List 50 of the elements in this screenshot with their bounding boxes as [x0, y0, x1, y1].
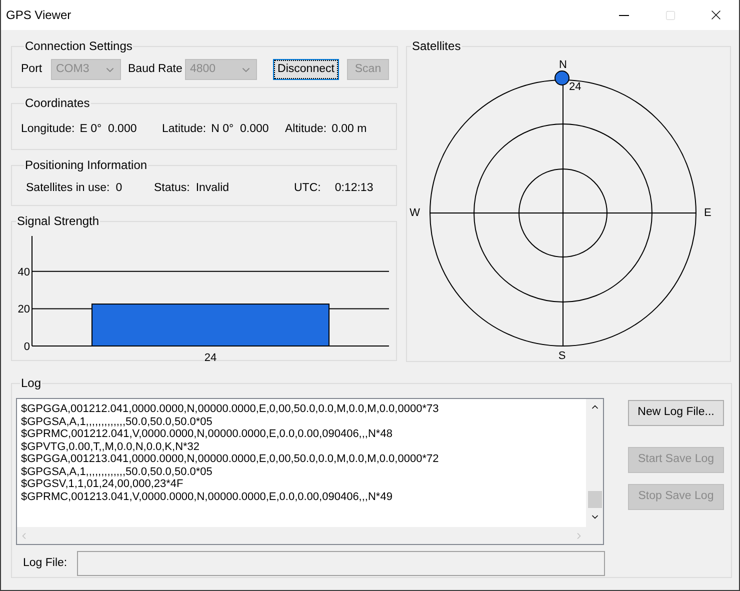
direction-label: E — [704, 207, 712, 219]
log-line: $GPGGA,001213.041,0000.0000,N,00000.0000,E,0,00,50.0,0.0,M,0.0,M,0.0,0000*72 — [21, 453, 439, 466]
maximize-icon — [664, 10, 676, 20]
direction-label: N — [559, 59, 567, 71]
port-label: Port — [21, 62, 44, 77]
log-file-label: Log File: — [23, 556, 68, 571]
field-value: 0:12:13 — [334, 181, 374, 196]
log-line: $GPRMC,001212.041,V,0000.0000,N,00000.0000,E,0.0,0.00,090406,,,N*48 — [21, 428, 392, 440]
field-label: UTC: — [294, 181, 321, 196]
baud-rate-value: 4800 — [190, 62, 216, 77]
group-title: Log — [20, 375, 42, 392]
field-label: Satellites in use: — [26, 181, 110, 196]
field-value: 0 — [116, 181, 122, 196]
field-value: 0.00 m — [332, 122, 367, 138]
log-line: $GPVTG,0.00,T,,M,0.0,N,0.0,K,N*32 — [21, 440, 200, 453]
tick-label: 0 — [24, 341, 30, 353]
horizontal-scrollbar[interactable] — [17, 527, 586, 544]
log-text-area[interactable] — [16, 398, 604, 545]
log-line: $GPRMC,001213.041,V,0000.0000,N,00000.0000,E,0.0,0.00,090406,,,N*49 — [21, 490, 392, 503]
group-title: Connection Settings — [24, 38, 134, 55]
direction-label: S — [558, 350, 566, 362]
category-label: 24 — [204, 352, 217, 364]
vertical-scrollbar[interactable] — [586, 399, 603, 544]
field-label: Altitude: — [285, 122, 327, 138]
field-value: N 0° 0.000 — [211, 122, 269, 138]
log-line: $GPGSA,A,1,,,,,,,,,,,,,50.0,50.0,50.0*05 — [21, 416, 212, 428]
toolbar-button[interactable]: Disconnect — [273, 59, 339, 80]
direction-label: W — [410, 207, 420, 219]
field-label: Longitude: — [21, 122, 75, 138]
log-file-field[interactable] — [77, 551, 605, 576]
log-line: $GPGSA,A,1,,,,,,,,,,,,,50.0,50.0,50.0*05 — [21, 466, 212, 478]
group-title: Signal Strength — [16, 213, 100, 230]
log-line: $GPGSV,1,1,01,24,00,000,23*4F — [21, 478, 184, 490]
minimize-icon — [619, 14, 629, 16]
scroll-thumb[interactable] — [588, 491, 602, 508]
group-title: Coordinates — [24, 95, 91, 112]
group-title: Satellites — [411, 38, 462, 55]
log-button[interactable]: New Log File... — [628, 400, 724, 426]
tick-label: 20 — [18, 304, 30, 316]
field-label: Status: — [154, 181, 190, 196]
field-label: Latitude: — [162, 122, 206, 138]
tick-label: 40 — [18, 266, 30, 278]
field-value: E 0° 0.000 — [80, 122, 137, 138]
port-value: COM3 — [56, 62, 90, 77]
field-value: Invalid — [196, 181, 230, 196]
baud-rate-label: Baud Rate — [128, 62, 184, 77]
window-title: GPS Viewer — [6, 7, 72, 24]
group-title: Positioning Information — [24, 157, 148, 174]
satellite-label: 24 — [569, 81, 582, 93]
log-line: $GPGGA,001212.041,0000.0000,N,00000.0000,E,0,00,50.0,0.0,M,0.0,M,0.0,0000*73 — [21, 403, 439, 416]
